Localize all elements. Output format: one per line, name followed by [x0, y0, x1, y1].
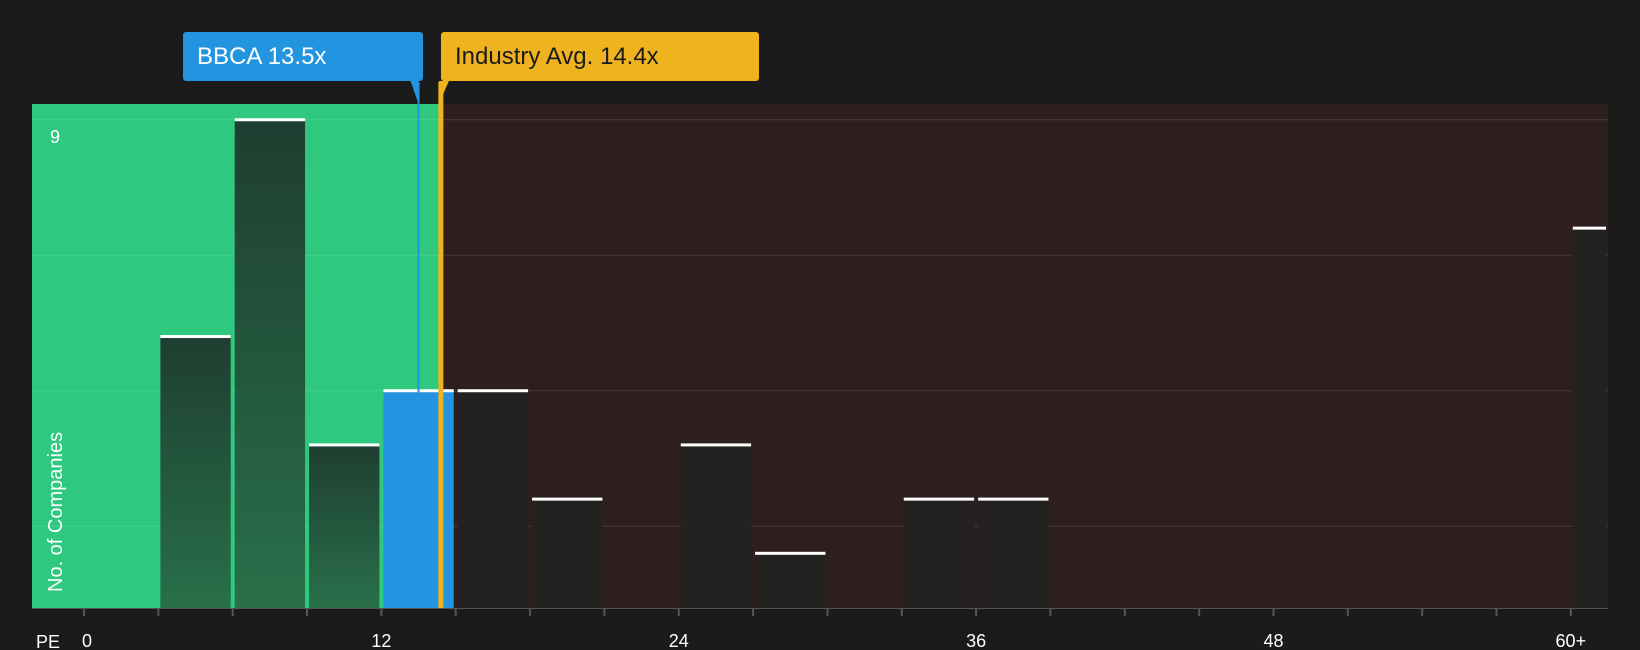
histogram-bar [903, 499, 975, 608]
histogram-bar [1572, 228, 1606, 609]
histogram-bar [978, 499, 1049, 608]
histogram-bar-cap [903, 497, 975, 501]
histogram-bar-cap [160, 335, 231, 339]
company-callout-pointer [410, 81, 419, 104]
histogram-bar-cap [457, 389, 529, 393]
x-axis: 0 12 24 36 48 60+ [32, 608, 1608, 650]
histogram-bar-cap [234, 118, 306, 122]
x-tick-label: 12 [371, 631, 391, 650]
y-tick-label-max: 9 [50, 127, 60, 147]
histogram-bar-cap [1572, 226, 1606, 230]
histogram-bar-cap [532, 497, 603, 501]
x-axis-title: PE [36, 632, 60, 650]
x-tick-label: 36 [966, 631, 986, 650]
pe-distribution-chart: 0 12 24 36 48 60+ 9 No. of Companies PE [32, 81, 1608, 650]
histogram-bar-cap [309, 443, 380, 447]
histogram-bar [680, 445, 752, 608]
x-tick-label: 48 [1263, 631, 1283, 650]
histogram-bar [457, 391, 529, 608]
x-tick-label: 0 [82, 631, 92, 650]
x-tick-label: 60+ [1556, 631, 1587, 650]
histogram-bar [755, 553, 826, 608]
histogram-bar-cap [755, 551, 826, 555]
histogram-bar [532, 499, 603, 608]
x-tick-label: 24 [669, 631, 689, 650]
histogram-bar [160, 337, 231, 608]
y-axis-title: No. of Companies [45, 432, 67, 592]
histogram-bar [234, 120, 306, 609]
histogram-bar [309, 445, 380, 608]
histogram-bar-cap [978, 497, 1049, 501]
histogram-bar-cap [680, 443, 752, 447]
